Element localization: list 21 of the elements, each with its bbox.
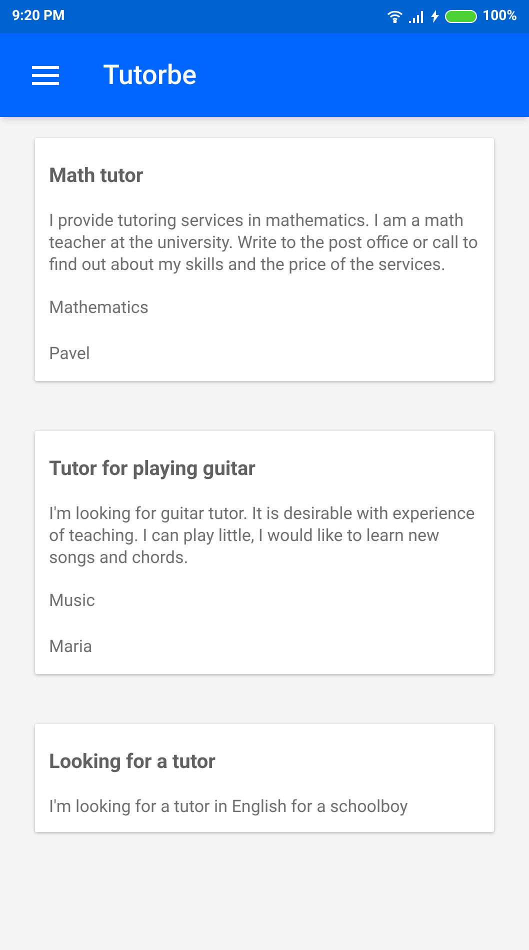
battery-icon xyxy=(444,10,477,23)
status-time: 9:20 PM xyxy=(12,7,65,26)
wifi-icon xyxy=(386,10,403,23)
app-title: Tutorbe xyxy=(103,58,197,93)
post-subject: Music xyxy=(49,590,96,613)
battery-percent: 100% xyxy=(482,7,517,26)
post-title: Math tutor xyxy=(49,162,144,189)
post-title: Looking for a tutor xyxy=(49,748,216,775)
post-card[interactable]: Looking for a tutor I'm looking for a tutor in English for a schoolboy xyxy=(35,724,494,832)
menu-icon[interactable] xyxy=(32,66,59,84)
post-description: I'm looking for a tutor in English for a schoolboy xyxy=(49,796,409,818)
post-title: Tutor for playing guitar xyxy=(49,455,256,482)
signal-icon xyxy=(408,10,425,22)
post-author: Maria xyxy=(49,636,94,658)
charging-icon xyxy=(430,10,439,23)
post-author: Pavel xyxy=(49,342,92,366)
post-subject: Mathematics xyxy=(49,297,150,320)
post-description: I provide tutoring services in mathematics. I am a math teacher at the university. Write to the post office or call to find out about my skills and the price of the services. xyxy=(49,210,479,276)
post-card[interactable]: Tutor for playing guitar I'm looking for guitar tutor. It is desirable with experience of teaching. I can play little, I would like to learn new songs and chords. Music Maria xyxy=(35,431,494,674)
post-description: I'm looking for guitar tutor. It is desirable with experience of teaching. I can play little, I would like to learn new songs and chords. xyxy=(49,503,476,569)
post-card[interactable] xyxy=(35,138,494,381)
